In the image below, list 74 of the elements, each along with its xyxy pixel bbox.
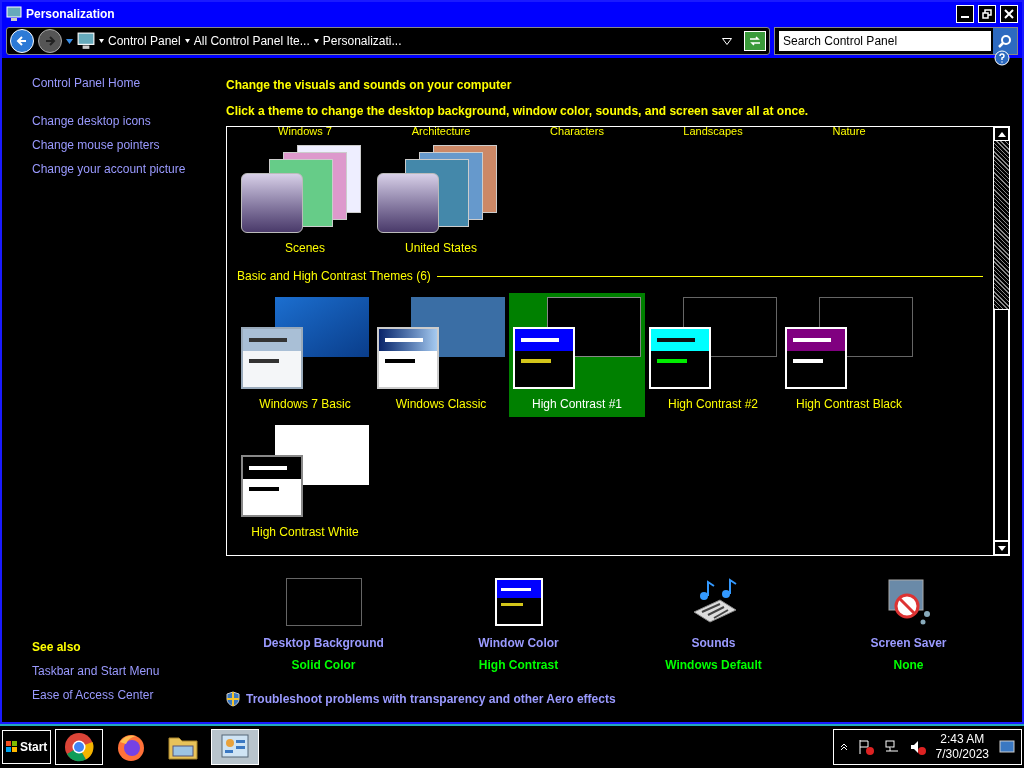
show-desktop-icon (999, 740, 1015, 754)
dropdown-caret-icon (66, 38, 73, 44)
see-also-heading: See also (32, 639, 82, 656)
sidebar-link[interactable]: Control Panel Home (32, 74, 226, 92)
theme-tile[interactable]: High Contrast Black (781, 293, 917, 417)
theme-tile[interactable]: Windows 7 Basic (237, 293, 373, 417)
refresh-button[interactable] (744, 31, 766, 51)
theme-tile[interactable]: High Contrast #2 (645, 293, 781, 417)
restore-icon (982, 9, 992, 19)
back-button[interactable] (10, 29, 34, 53)
sidebar-link[interactable]: Ease of Access Center (32, 686, 226, 704)
restore-button[interactable] (978, 5, 996, 23)
theme-tile[interactable]: High Contrast White (237, 421, 373, 545)
theme-name: Nature (831, 127, 867, 137)
theme-tile[interactable]: Scenes (237, 141, 373, 261)
flag-error-icon (857, 739, 874, 755)
personalization-setting[interactable]: Sounds Windows Default (616, 576, 811, 674)
solid-color-swatch-icon (285, 578, 362, 626)
chevron-up-icon (839, 743, 848, 751)
help-icon (994, 50, 1010, 66)
theme-name: Landscapes (682, 127, 744, 137)
caret-icon (313, 39, 319, 43)
personalization-setting[interactable]: Window Color High Contrast (421, 576, 616, 674)
fox-globe-icon (116, 732, 147, 762)
window-color-icon (494, 578, 543, 626)
forward-button[interactable] (38, 29, 62, 53)
refresh-arrows-icon (748, 35, 762, 47)
caret-icon (99, 39, 104, 43)
breadcrumb-link[interactable]: Personalizati... (313, 32, 402, 50)
search-field[interactable]: Search Control Panel (779, 31, 991, 51)
breadcrumb-link[interactable]: Control Panel (99, 32, 181, 50)
monitor-icon (6, 6, 22, 22)
browser-circle-icon (64, 732, 95, 762)
windows-logo-icon (6, 741, 18, 753)
left-arrow-icon (16, 35, 28, 47)
instruction-text: Click a theme to change the desktop background, window color, sounds, and screen saver all at once. (226, 103, 810, 120)
theme-tile[interactable]: Windows Classic (373, 293, 509, 417)
breadcrumb-link[interactable]: All Control Panel Ite... (184, 32, 310, 50)
close-button[interactable] (1000, 5, 1018, 23)
taskbar-app-button[interactable] (55, 729, 104, 765)
clock-time: 2:43 AM (940, 732, 985, 747)
caret-icon (184, 39, 190, 43)
taskbar-app-button[interactable] (211, 729, 260, 765)
clock-date: 7/30/2023 (935, 747, 989, 762)
personalization-setting[interactable]: Desktop Background Solid Color (226, 576, 421, 674)
search-button[interactable] (993, 28, 1017, 54)
speaker-muted-icon (909, 739, 926, 755)
troubleshoot-link[interactable]: Troubleshoot problems with transparency and other Aero effects (246, 690, 616, 708)
right-arrow-icon (44, 35, 56, 47)
search-icon (998, 34, 1012, 48)
sidebar-link[interactable]: Change mouse pointers (32, 136, 226, 154)
start-button[interactable]: Start (2, 730, 52, 764)
theme-tile[interactable]: United States (373, 141, 509, 261)
up-arrow-icon (997, 131, 1006, 137)
sidebar-link[interactable]: Taskbar and Start Menu (32, 662, 226, 680)
minimize-button[interactable] (956, 5, 974, 23)
theme-tile[interactable]: High Contrast #1 (509, 293, 645, 417)
theme-name: Windows 7 (277, 127, 333, 137)
close-icon (1004, 9, 1014, 19)
page-heading: Change the visuals and sounds on your computer (226, 77, 513, 94)
sidebar-link[interactable]: Change your account picture (32, 160, 226, 178)
monitor-icon (77, 32, 95, 50)
dropdown-caret-icon (722, 37, 732, 45)
minimize-icon (961, 16, 969, 18)
window-title: Personalization (26, 6, 116, 23)
scrollbar[interactable] (993, 127, 1009, 555)
section-heading: Basic and High Contrast Themes (6) (237, 268, 431, 285)
theme-name: Architecture (410, 127, 472, 137)
sidebar-link[interactable]: Change desktop icons (32, 112, 226, 130)
network-icon (883, 739, 900, 755)
theme-name: Characters (549, 127, 605, 137)
shield-icon (226, 691, 240, 707)
personalization-setting[interactable]: Screen Saver None (811, 576, 1006, 674)
down-arrow-icon (997, 545, 1006, 551)
